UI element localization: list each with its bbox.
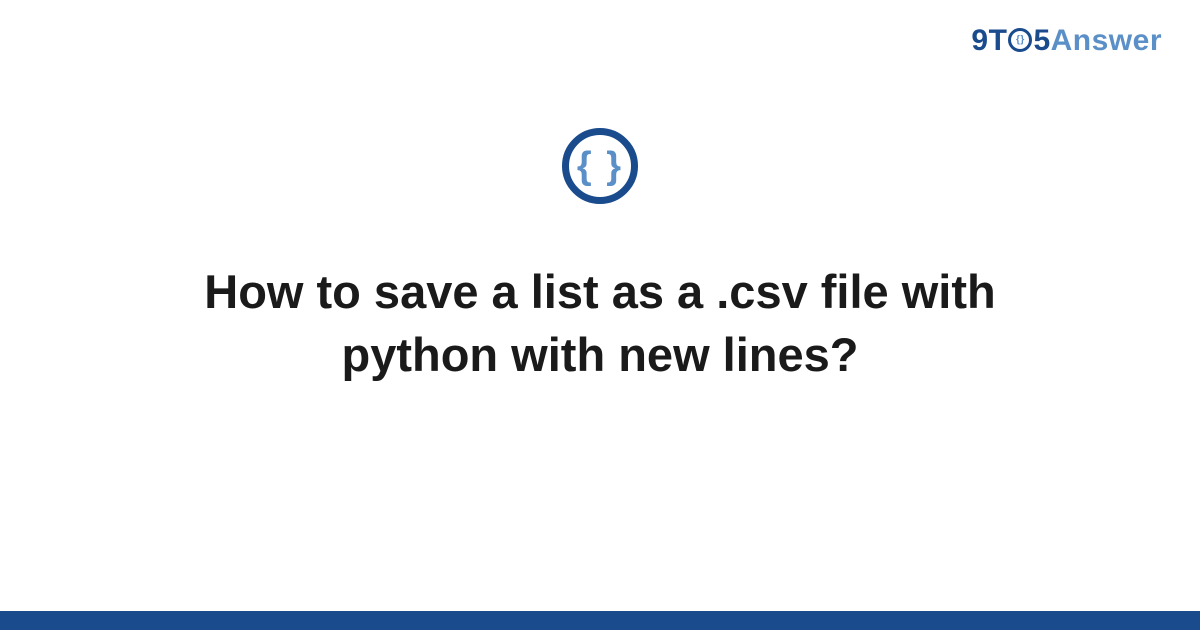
logo-text-answer: Answer — [1051, 24, 1162, 57]
category-icon-circle: { } — [562, 128, 638, 204]
footer-accent-bar — [0, 611, 1200, 630]
logo-circle-o-icon — [1008, 28, 1032, 52]
main-content: { } How to save a list as a .csv file wi… — [0, 128, 1200, 387]
code-braces-icon: { } — [577, 145, 623, 188]
logo-text-9t: 9T — [971, 24, 1007, 57]
logo-text-5: 5 — [1033, 24, 1050, 57]
site-logo: 9T 5Answer — [971, 24, 1162, 58]
question-title: How to save a list as a .csv file with p… — [150, 260, 1050, 387]
